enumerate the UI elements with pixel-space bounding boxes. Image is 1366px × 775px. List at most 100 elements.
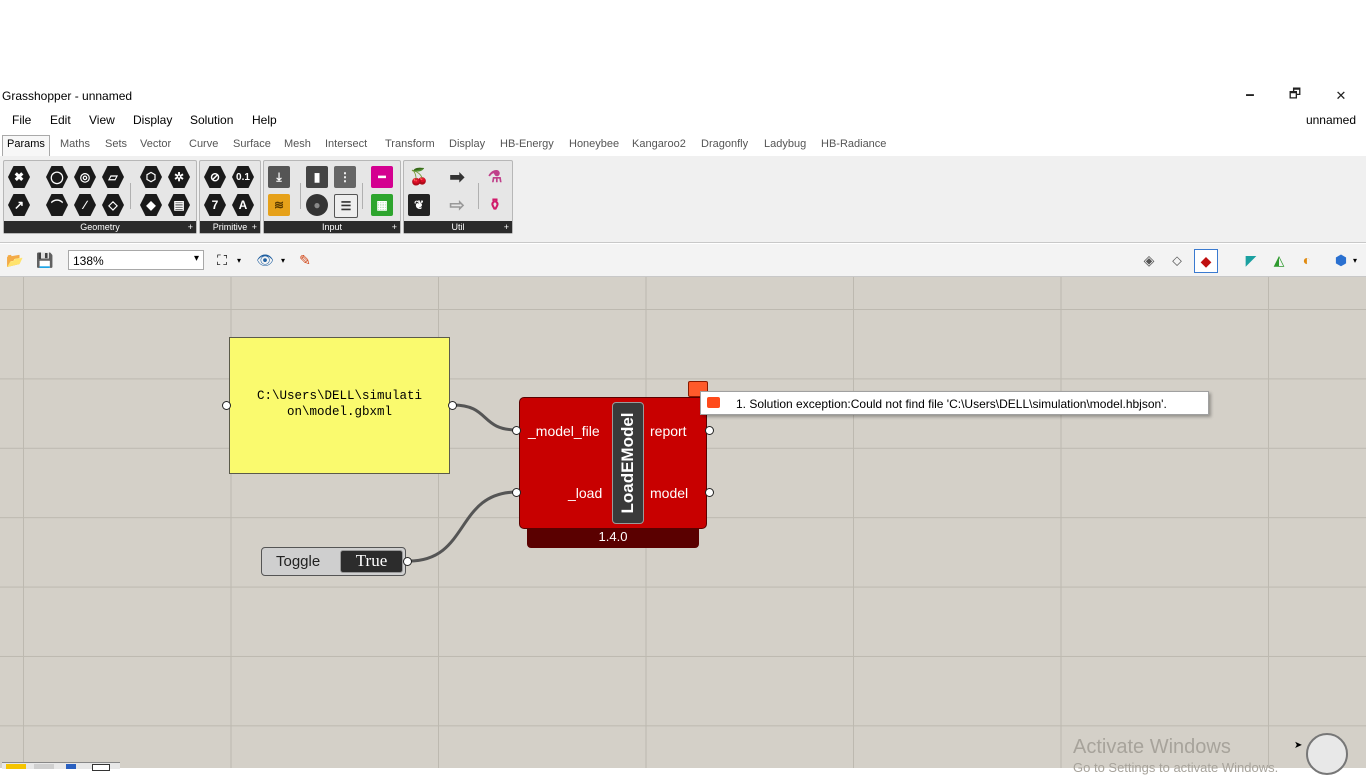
model-grip[interactable] (705, 488, 714, 497)
panel-output-grip[interactable] (448, 401, 457, 410)
tab-transform[interactable]: Transform (385, 138, 435, 150)
menu-view[interactable]: View (89, 113, 115, 127)
panel-text: C:\Users\DELL\simulati on\model.gbxml (256, 389, 423, 419)
model-file-grip[interactable] (512, 426, 521, 435)
loademodel-component[interactable]: _model_file _load LoadEModel report mode… (519, 397, 707, 529)
preview-mesh-icon[interactable]: ◭ (1268, 249, 1290, 271)
chevron-down-icon[interactable]: ▾ (1350, 249, 1360, 271)
restore-button[interactable]: 🗗 (1272, 86, 1318, 106)
number-icon[interactable]: 0.1 (232, 166, 254, 188)
chevron-down-icon[interactable]: ▾ (234, 249, 244, 271)
canvas-navigator-icon[interactable] (1306, 733, 1348, 775)
boolean-toggle[interactable]: Toggle True (261, 547, 406, 576)
surface-icon[interactable]: ▤ (168, 194, 190, 216)
preview-quality-icon[interactable]: ⬢ (1330, 249, 1352, 271)
tab-surface[interactable]: Surface (233, 138, 271, 150)
zoom-extents-icon[interactable]: ⛶ (211, 249, 233, 271)
text-panel[interactable]: C:\Users\DELL\simulati on\model.gbxml (229, 337, 450, 474)
graph-mapper-icon[interactable]: ≋ (268, 194, 290, 216)
integer-icon[interactable]: 7 (204, 194, 226, 216)
status-icon[interactable] (34, 764, 54, 769)
tab-mesh[interactable]: Mesh (284, 138, 311, 150)
swatch-icon[interactable]: ▦ (371, 194, 393, 216)
restore-icon: 🗗 (1288, 86, 1302, 101)
tab-bar: Params Maths Sets Vector Curve Surface M… (0, 134, 1366, 157)
point-icon[interactable]: ✖ (8, 166, 30, 188)
data-output-icon[interactable]: ➡ (446, 166, 468, 188)
menu-file[interactable]: File (12, 113, 31, 127)
menu-display[interactable]: Display (133, 113, 172, 127)
fitness-icon[interactable]: ⚗ (484, 166, 506, 188)
shaded-preview-icon[interactable]: ◆ (1194, 249, 1218, 273)
tab-maths[interactable]: Maths (60, 138, 90, 150)
flask-icon[interactable]: ⚱ (484, 194, 506, 216)
error-icon (707, 397, 720, 408)
eye-icon[interactable]: 👁 (254, 249, 276, 271)
button-icon[interactable]: ● (306, 194, 328, 216)
tab-ladybug[interactable]: Ladybug (764, 138, 806, 150)
curve-icon[interactable]: ⌒ (46, 194, 68, 216)
tab-sets[interactable]: Sets (105, 138, 127, 150)
tab-params[interactable]: Params (2, 135, 50, 157)
panel-input-grip[interactable] (222, 401, 231, 410)
document-preview-icon[interactable]: ◐ (1296, 249, 1318, 271)
wire-toggle-to-load (408, 490, 518, 563)
wireframe-preview-icon[interactable]: ⬦ (1166, 249, 1188, 271)
mesh-icon[interactable]: ✲ (168, 166, 190, 188)
boolean-icon[interactable]: ⊘ (204, 166, 226, 188)
toggle-output-grip[interactable] (403, 557, 412, 566)
tab-honeybee[interactable]: Honeybee (569, 138, 619, 150)
brep-icon[interactable]: ◆ (140, 194, 162, 216)
digit-scroller-icon[interactable]: ⋮ (334, 166, 356, 188)
output-model: model (650, 485, 689, 501)
preview-selected-icon[interactable]: ◤ (1240, 249, 1262, 271)
menu-solution[interactable]: Solution (190, 113, 233, 127)
rectangle-icon[interactable]: ◇ (102, 194, 124, 216)
box-icon[interactable]: ⬡ (140, 166, 162, 188)
tab-vector[interactable]: Vector (140, 138, 171, 150)
menu-edit[interactable]: Edit (50, 113, 71, 127)
tab-display[interactable]: Display (449, 138, 485, 150)
tab-intersect[interactable]: Intersect (325, 138, 367, 150)
zoom-dropdown[interactable]: 138% ▾ (68, 250, 204, 270)
util-panel-label: Util + (404, 221, 512, 233)
line-icon[interactable]: ∕ (74, 194, 96, 216)
report-grip[interactable] (705, 426, 714, 435)
tab-curve[interactable]: Curve (189, 138, 218, 150)
folder-icon[interactable] (6, 764, 26, 769)
load-grip[interactable] (512, 488, 521, 497)
save-file-icon[interactable]: 💾 (34, 249, 56, 271)
data-input-icon[interactable]: ⇨ (446, 194, 468, 216)
value-list-icon[interactable]: ☰ (334, 194, 358, 218)
toggle-value[interactable]: True (340, 550, 403, 573)
tab-dragonfly[interactable]: Dragonfly (701, 138, 748, 150)
chevron-down-icon[interactable]: ▾ (278, 249, 288, 271)
zoom-value: 138% (73, 254, 104, 268)
input-load: _load (568, 485, 603, 501)
cherry-picker-icon[interactable]: 🍒 (408, 166, 430, 188)
document-name: unnamed (1305, 113, 1356, 127)
gradient-icon[interactable]: ━ (371, 166, 393, 188)
window-title: Grasshopper - unnamed (2, 89, 133, 103)
tab-hb-energy[interactable]: HB-Energy (500, 138, 554, 150)
boolean-toggle-icon[interactable]: ▮ (306, 166, 328, 188)
component-name: LoadEModel (612, 402, 644, 524)
vector-icon[interactable]: ↗ (8, 194, 30, 216)
tab-kangaroo2[interactable]: Kangaroo2 (632, 138, 686, 150)
component-ribbon: ✖ ↗ ◯ ⌒ ◎ ∕ ▱ ◇ ⬡ ◆ ✲ ▤ Geometry + ⊘ 7 0.… (0, 156, 1366, 243)
tab-hb-radiance[interactable]: HB-Radiance (821, 138, 886, 150)
preview-off-icon[interactable]: ◈ (1138, 249, 1160, 271)
sketch-pen-icon[interactable]: ✎ (294, 249, 316, 271)
open-file-icon[interactable]: 📂 (4, 249, 26, 271)
close-button[interactable]: ✕ (1318, 86, 1364, 106)
circle-icon[interactable]: ◯ (46, 166, 68, 188)
menu-help[interactable]: Help (252, 113, 277, 127)
primitive-panel-label: Primitive + (200, 221, 260, 233)
arc-icon[interactable]: ◎ (74, 166, 96, 188)
cluster-icon[interactable]: ❦ (408, 194, 430, 216)
plane-icon[interactable]: ▱ (102, 166, 124, 188)
status-icon[interactable] (66, 764, 76, 769)
minimize-button[interactable]: 🗕 (1227, 86, 1273, 106)
text-icon[interactable]: A (232, 194, 254, 216)
file-path-icon[interactable]: ⤓ (268, 166, 290, 188)
